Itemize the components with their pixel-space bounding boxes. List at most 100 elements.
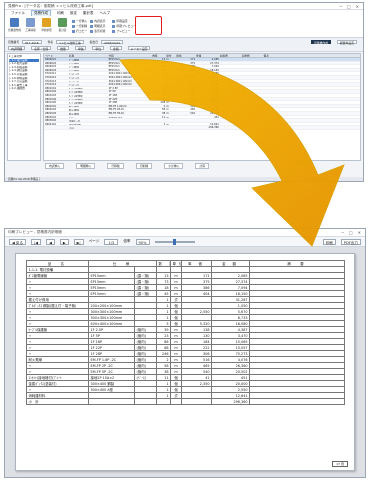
zoom-slider[interactable] (154, 238, 195, 245)
table-cell (219, 76, 241, 79)
footer-button[interactable]: 行移動 (107, 163, 124, 169)
table-cell (175, 119, 195, 122)
close-icon[interactable]: ✕ (358, 230, 361, 235)
grid-column-header[interactable]: 名称 (68, 54, 108, 57)
footer-button[interactable]: 明細挿入 (76, 163, 96, 169)
column-toggle-button[interactable]: 単価 (74, 46, 87, 51)
prev-page-button[interactable]: ◀ (46, 238, 55, 245)
menu-item[interactable]: 設定 (70, 11, 77, 16)
maximize-icon[interactable]: □ (347, 4, 351, 9)
ribbon-small-button[interactable]: 表示切替 (90, 29, 105, 33)
table-cell: 0801003 (45, 93, 57, 97)
zoom-label: 倍率 (123, 239, 131, 243)
table-cell (241, 76, 263, 79)
column-toggle-button[interactable]: 金額 (110, 46, 122, 51)
print-button[interactable]: 印刷 (322, 238, 336, 245)
table-cell (241, 72, 263, 75)
footer-button[interactable]: 小計挿入 (164, 163, 184, 169)
grid-column-header[interactable]: 労務費 (241, 54, 263, 57)
small-icon (72, 29, 75, 33)
grid-column-header[interactable]: 仕様 (108, 54, 152, 57)
small-icon (90, 29, 94, 33)
table-cell: ﾋﾞﾆﾙ電線 (68, 62, 79, 65)
table-cell (241, 98, 263, 101)
table-cell: ﾌﾟﾙﾎﾞｯｸｽ (68, 84, 79, 86)
last-page-button[interactable]: ▶| (73, 238, 84, 245)
maximize-icon[interactable]: □ (349, 230, 353, 235)
table-cell (263, 58, 360, 61)
table-cell (263, 123, 360, 126)
close-icon[interactable]: ✕ (356, 4, 359, 9)
grid-column-header[interactable]: 単価 (175, 54, 195, 57)
table-cell: 0701013 (45, 79, 57, 83)
first-page-button[interactable]: |◀ (31, 238, 42, 245)
back-button[interactable]: ◀ 戻る (9, 238, 27, 245)
grid-column-header[interactable]: 備考 (263, 54, 360, 57)
zoom-field[interactable]: 90% (135, 238, 150, 245)
table-cell: 耐火電線 (68, 109, 79, 111)
table-cell (195, 119, 219, 122)
preview-toolbar: ◀ 戻る |◀ ◀ ▶ ▶| ページ 1/3 倍率 90% 印刷 PDF出力 (5, 237, 365, 247)
option-value[interactable]: 2018/04/01 (101, 39, 124, 45)
zoom-slider-thumb[interactable] (172, 238, 176, 245)
ribbon-button[interactable]: 工事情報 (24, 18, 37, 35)
table-cell: EM-FP 2P-2C (108, 108, 125, 111)
option-value[interactable]: P17-2018 (22, 39, 42, 45)
grid-column-header[interactable]: コード (44, 54, 68, 57)
table-cell (241, 69, 263, 72)
print-label: プレビュー (116, 29, 131, 33)
column-toggle-button[interactable]: 数量 (57, 46, 69, 51)
paper-page: 品 名仕 様数 量単位単 価金 額摘 要 1-1-1. 電灯設備ｶﾞｽ管電線管E… (15, 253, 355, 471)
option-button[interactable]: 見積書作成 (311, 39, 331, 45)
minimize-icon[interactable]: ─ (341, 230, 343, 235)
print-icon (112, 19, 116, 23)
next-page-button[interactable]: ▶ (59, 238, 69, 245)
grid-column-header[interactable]: 材料費 (219, 54, 241, 57)
grid-column-header[interactable]: 単位 (165, 54, 175, 57)
page-field[interactable]: 1/3 (104, 238, 119, 245)
ribbon-button[interactable]: 見積書作成 (8, 18, 21, 35)
ribbon-button[interactable]: 単価参照 (40, 18, 53, 35)
table-row[interactable]: 小計 296,360 (44, 126, 360, 130)
ribbon-small-button[interactable]: 一行削除 (72, 24, 87, 28)
ribbon-small-button[interactable]: 一行挿入 (72, 19, 87, 23)
print-button[interactable]: 印刷プレビュー (112, 24, 136, 28)
print-button[interactable]: 印刷設定 (112, 19, 136, 23)
ribbon-button-label: 集計表 (58, 29, 67, 32)
grid-column-header[interactable]: 金額 (195, 54, 219, 57)
option-value[interactable]: ××ビル改修工事 (56, 39, 84, 45)
table-cell (241, 126, 263, 129)
tree-item[interactable]: ├ 2-2.諸経費 (9, 87, 39, 91)
table-cell (175, 126, 195, 129)
print-button[interactable]: プレビュー (112, 29, 136, 33)
menu-item[interactable]: 集計表 (83, 11, 94, 16)
table-cell (263, 101, 360, 104)
pdf-button[interactable]: PDF出力 (340, 238, 361, 245)
option-button[interactable]: 経費率設定 (337, 39, 357, 45)
table-cell: 5,320 (187, 83, 196, 86)
grid-column-header[interactable]: 数量 (151, 54, 165, 57)
column-toggle-button[interactable]: 内訳明細 (8, 46, 26, 51)
table-cell (241, 83, 263, 86)
table-cell (219, 94, 241, 97)
highlight-rectangle (135, 16, 162, 35)
ribbon-small-button[interactable]: 行コピー (72, 29, 87, 33)
ribbon-small-button[interactable]: 明細表示 (90, 24, 105, 28)
table-cell (151, 80, 165, 83)
minimize-icon[interactable]: ─ (339, 4, 341, 9)
footer-button[interactable]: 内訳挿入 (45, 163, 65, 169)
table-cell: EP15mm (108, 68, 120, 72)
column-toggle-button[interactable]: 単位 (92, 46, 105, 51)
ribbon-small-button[interactable]: 内訳表示 (90, 19, 105, 23)
ribbon-small-label: 明細表示 (94, 24, 106, 28)
menu-item[interactable]: ファイル (11, 11, 25, 16)
menu-item[interactable]: 印刷 (57, 11, 64, 16)
table-cell: 0609022 (45, 61, 57, 65)
column-toggle-button[interactable]: 名称・仕様 (31, 46, 52, 51)
menu-item[interactable]: ヘルプ (100, 11, 111, 16)
column-toggle-button[interactable]: メーカー設定 (127, 46, 151, 51)
table-cell: 0701014 (45, 83, 57, 86)
footer-button[interactable]: 行削除 (135, 163, 153, 169)
ribbon-button[interactable]: 集計表 (56, 18, 69, 35)
footer-button[interactable]: 計算 (195, 163, 210, 169)
